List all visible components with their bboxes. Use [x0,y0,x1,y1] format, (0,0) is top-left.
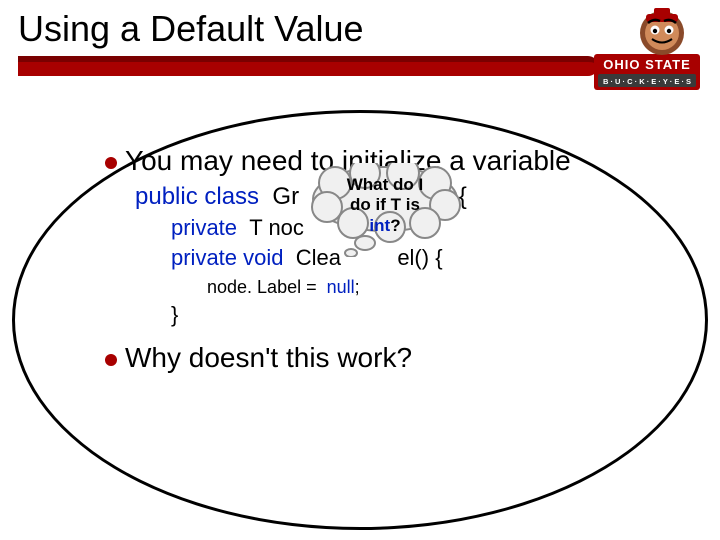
bubble-line-2: do if T is [350,195,420,214]
bubble-qmark: ? [390,216,400,235]
logo-org-text: OHIO STATE [603,57,691,72]
thought-bubble-text: What do I do if T is int? [315,175,455,236]
kw-public-class: public class [135,183,259,210]
bullet-dot-icon [105,157,117,169]
code-frag-clea: Clea [296,245,341,270]
bullet-1-text: You may need to initialize a variable [125,145,571,177]
code-line-3: private void Clea rLab el() { [171,245,645,271]
kw-private-1: private [171,215,237,240]
bullet-2-text: Why doesn't this work? [125,342,412,374]
title-underline-bar [18,56,598,76]
logo-subtitle: B · U · C · K · E · Y · E · S [603,77,691,86]
content-oval: You may need to initialize a variable pu… [12,110,708,530]
kw-private-void: private void [171,245,284,270]
bullet-2: Why doesn't this work? [105,342,645,374]
code-block: public class Gr aphNode< T> { private T … [135,183,645,328]
kw-null: null [327,277,355,297]
code-assign: node. Label = [207,277,317,297]
code-semi: ; [355,277,360,297]
bullet-1: You may need to initialize a variable [105,145,645,177]
code-line-5: } [171,302,645,328]
code-frag-el-brace: el() { [397,245,442,270]
code-frag-t-noc: T noc [249,215,304,240]
bullet-dot-icon [105,354,117,366]
code-frag-gr: Gr [272,183,299,210]
ohio-state-logo: OHIO STATE B · U · C · K · E · Y · E · S [592,6,702,94]
code-line-4: node. Label = null; [207,277,645,298]
bubble-line-1: What do I [347,175,423,194]
bubble-int: int [369,216,390,235]
